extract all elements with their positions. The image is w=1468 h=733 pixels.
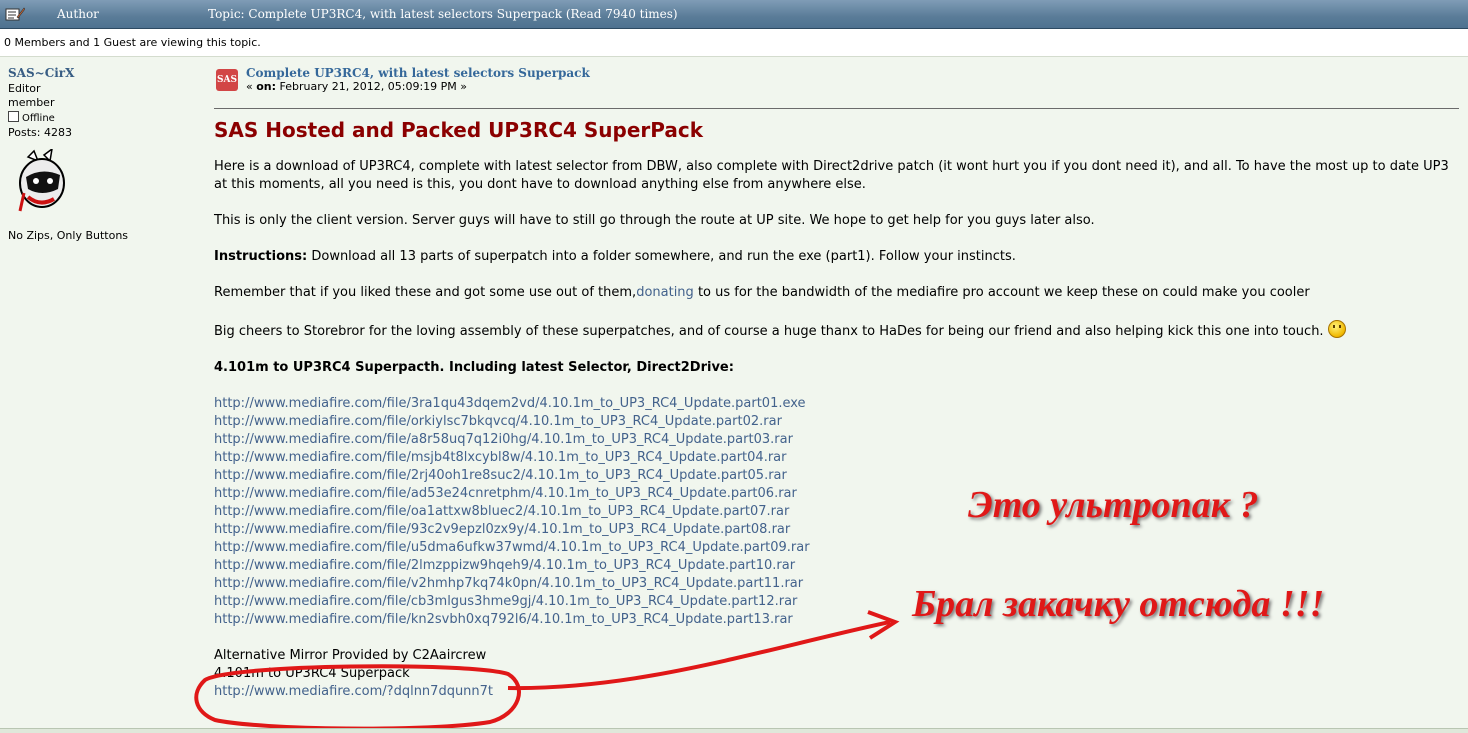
topic-title: Topic: Complete UP3RC4, with latest sele… [208,7,678,21]
superpatch-heading-text: 4.101m to UP3RC4 Superpacth. Including l… [214,360,734,375]
bottom-divider [0,728,1468,733]
download-link-part13[interactable]: http://www.mediafire.com/file/kn2svbh0xq… [214,612,793,627]
topic-edit-icon [5,7,25,21]
download-link-part02[interactable]: http://www.mediafire.com/file/orkiylsc7b… [214,414,782,429]
download-link-part12[interactable]: http://www.mediafire.com/file/cb3mlgus3h… [214,594,797,609]
poster-info: SAS~CirX Editor member Offline Posts: 42… [8,66,198,244]
download-link-part10[interactable]: http://www.mediafire.com/file/2lmzppizw9… [214,558,795,573]
intro-paragraph: Here is a download of UP3RC4, complete w… [214,159,1449,192]
download-link-part01[interactable]: http://www.mediafire.com/file/3ra1qu43dq… [214,396,806,411]
post-date: « on: February 21, 2012, 05:09:19 PM » [246,80,467,93]
mirror-link[interactable]: http://www.mediafire.com/?dqlnn7dqunn7t [214,684,493,699]
download-link-part06[interactable]: http://www.mediafire.com/file/ad53e24cnr… [214,486,797,501]
post-header: SAS Complete UP3RC4, with latest selecto… [214,66,1459,109]
annotation-took-from: Брал закачку отсюда !!! [912,583,1325,625]
donate-text-after: to us for the bandwidth of the mediafire… [693,285,1310,300]
instructions-text: Download all 13 parts of superpatch into… [307,249,1016,264]
instructions-label: Instructions: [214,249,308,264]
annotation-question: Это ультропак ? [968,484,1259,526]
superpatch-heading: 4.101m to UP3RC4 Superpacth. Including l… [214,359,1462,377]
donate-paragraph: Remember that if you liked these and got… [214,284,1462,302]
post-heading: SAS Hosted and Packed UP3RC4 SuperPack [214,118,704,142]
poster-status-text: Offline [22,112,55,124]
cheers-paragraph: Big cheers to Storebror for the loving a… [214,320,1462,341]
poster-group: member [8,96,55,109]
avatar [18,146,65,211]
post-date-text: February 21, 2012, 05:09:19 PM » [276,80,467,93]
download-link-part04[interactable]: http://www.mediafire.com/file/msjb4t8lxc… [214,450,786,465]
download-link-part11[interactable]: http://www.mediafire.com/file/v2hmhp7kq7… [214,576,803,591]
poster-name-link[interactable]: SAS~CirX [8,66,74,80]
mirror-label: Alternative Mirror Provided by C2Aaircre… [214,648,487,663]
sas-post-icon: SAS [216,69,238,91]
poster-status: Offline [8,110,198,127]
poster-signature: No Zips, Only Buttons [8,229,129,242]
author-column-label: Author [57,7,99,21]
download-link-part09[interactable]: http://www.mediafire.com/file/u5dma6ufkw… [214,540,810,555]
topic-header-bar: Author Topic: Complete UP3RC4, with late… [0,0,1468,29]
download-link-part08[interactable]: http://www.mediafire.com/file/93c2v9epzl… [214,522,790,537]
client-paragraph: This is only the client version. Server … [214,213,1095,228]
cheers-text: Big cheers to Storebror for the loving a… [214,324,1324,339]
on-label: on: [256,80,277,93]
poster-title: Editor [8,81,41,95]
offline-status-icon [8,110,19,122]
mirror-title: 4.101m to UP3RC4 Superpack [214,666,410,681]
download-link-part05[interactable]: http://www.mediafire.com/file/2rj40oh1re… [214,468,787,483]
viewers-info: 0 Members and 1 Guest are viewing this t… [0,29,1468,57]
on-prefix: « [246,80,257,93]
donating-link[interactable]: donating [636,285,694,300]
poster-post-count: Posts: 4283 [8,126,72,139]
smiley-icon [1327,320,1346,338]
donate-text-before: Remember that if you liked these and got… [214,285,637,300]
download-link-part07[interactable]: http://www.mediafire.com/file/oa1attxw8b… [214,504,789,519]
instructions-paragraph: Instructions: Download all 13 parts of s… [214,248,1462,266]
download-link-part03[interactable]: http://www.mediafire.com/file/a8r58uq7q1… [214,432,793,447]
post-subject-link[interactable]: Complete UP3RC4, with latest selectors S… [246,66,590,80]
